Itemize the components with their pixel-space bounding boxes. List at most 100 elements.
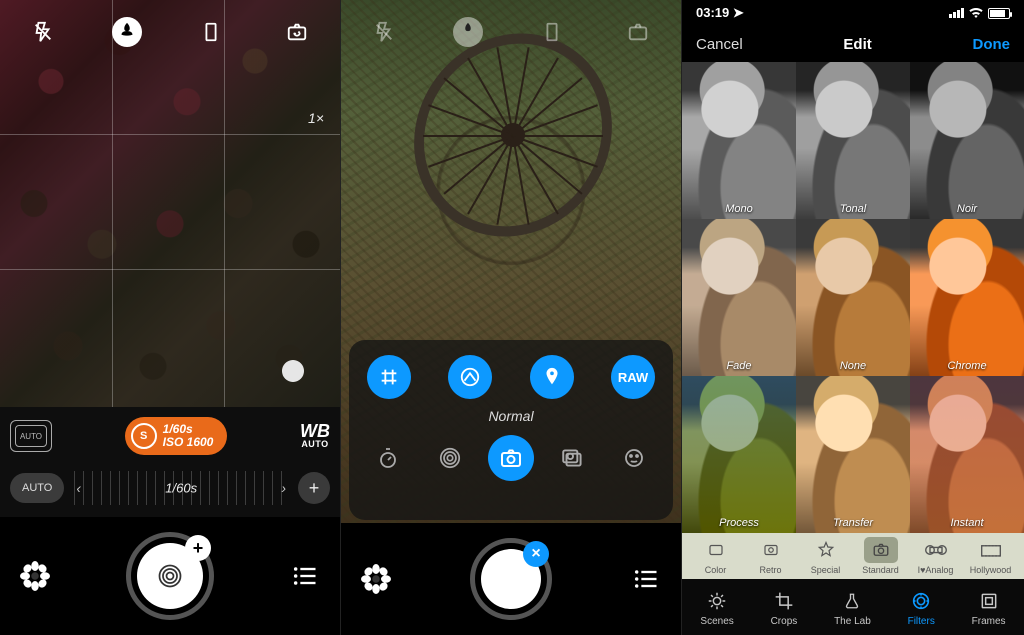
category-label: Retro [759, 565, 781, 575]
shutter-button[interactable]: + [126, 532, 214, 620]
viewfinder[interactable]: 1× [0, 0, 340, 407]
filter-fade[interactable]: Fade [682, 219, 796, 376]
macro-icon[interactable] [453, 17, 483, 47]
flash-icon[interactable] [26, 15, 60, 49]
status-time: 03:19 ➤ [696, 5, 744, 21]
tab-filters[interactable]: Filters [908, 589, 935, 627]
menu-icon[interactable] [288, 559, 322, 593]
filter-label: Mono [682, 203, 796, 215]
cancel-button[interactable]: Cancel [696, 36, 743, 53]
filter-tonal[interactable]: Tonal [796, 62, 910, 219]
filter-instant[interactable]: Instant [910, 376, 1024, 533]
zoom-indicator[interactable]: 1× [308, 110, 324, 126]
burst-mode[interactable] [550, 435, 596, 481]
shutter-dial[interactable]: ‹ 1/60s › [74, 471, 288, 505]
camera-screen-manual: 1× AUTO S 1/60s [0, 0, 341, 635]
shutter-button[interactable]: × [470, 538, 552, 620]
category-icon [754, 537, 788, 563]
tab-scenes[interactable]: Scenes [700, 589, 733, 627]
done-button[interactable]: Done [972, 36, 1010, 53]
tab-crops[interactable]: Crops [771, 589, 798, 627]
filter-label: Noir [910, 203, 1024, 215]
level-toggle[interactable] [448, 355, 492, 399]
capture-mode-row [363, 432, 659, 484]
category-color[interactable]: Color [688, 537, 743, 575]
category-label: Hollywood [970, 565, 1012, 575]
filter-label: Chrome [910, 360, 1024, 372]
stabilize-mode[interactable] [427, 435, 473, 481]
white-balance-chip[interactable]: WB AUTO [300, 423, 330, 449]
photo-mode[interactable] [488, 435, 534, 481]
tab-icon [909, 589, 933, 613]
category-label: Special [811, 565, 841, 575]
tab-icon [840, 589, 864, 613]
top-toolbar [0, 12, 340, 52]
tab-the-lab[interactable]: The Lab [834, 589, 871, 627]
aspect-icon[interactable] [535, 15, 569, 49]
menu-icon[interactable] [629, 562, 663, 596]
tab-label: Crops [771, 616, 798, 627]
filter-label: Fade [682, 360, 796, 372]
bottom-bar: × [341, 523, 681, 635]
filter-transfer[interactable]: Transfer [796, 376, 910, 533]
filter-mono[interactable]: Mono [682, 62, 796, 219]
dial-value: 1/60s [165, 481, 197, 496]
location-toggle[interactable] [530, 355, 574, 399]
filter-none[interactable]: None [796, 219, 910, 376]
shutter-priority-badge: S [131, 423, 157, 449]
close-options-badge[interactable]: × [523, 541, 549, 567]
iso-label: ISO 1600 [163, 436, 214, 449]
macro-icon[interactable] [112, 17, 142, 47]
flash-icon[interactable] [367, 15, 401, 49]
filter-process[interactable]: Process [682, 376, 796, 533]
options-panel: RAW Normal [349, 340, 673, 520]
filter-label: Tonal [796, 203, 910, 215]
filter-noir[interactable]: Noir [910, 62, 1024, 219]
aspect-icon[interactable] [194, 15, 228, 49]
dial-right-icon: › [281, 480, 286, 496]
gallery-icon[interactable] [18, 559, 52, 593]
tab-label: Scenes [700, 616, 733, 627]
filter-label: Instant [910, 517, 1024, 529]
category-label: Standard [862, 565, 899, 575]
filter-categories: Color Retro Special Standard I♥Analog Hollywo… [682, 533, 1024, 579]
dial-left-icon: ‹ [76, 480, 81, 496]
tab-icon [705, 589, 729, 613]
switch-camera-icon[interactable] [280, 15, 314, 49]
status-bar: 03:19 ➤ [682, 0, 1024, 26]
grid-toggle[interactable] [367, 355, 411, 399]
focus-point[interactable] [282, 360, 304, 382]
add-preset-button[interactable]: + [298, 472, 330, 504]
tab-label: Filters [908, 616, 935, 627]
category-icon [919, 537, 953, 563]
filter-chrome[interactable]: Chrome [910, 219, 1024, 376]
filter-label: Transfer [796, 517, 910, 529]
exposure-panel: AUTO S 1/60s ISO 1600 WB AUTO AUTO ‹ [0, 407, 340, 517]
category-icon [809, 537, 843, 563]
gallery-icon[interactable] [359, 562, 393, 596]
autofocus-chip[interactable]: AUTO [10, 420, 52, 452]
raw-toggle[interactable]: RAW [611, 355, 655, 399]
switch-camera-icon[interactable] [621, 15, 655, 49]
category-icon [699, 537, 733, 563]
filter-label: Process [682, 517, 796, 529]
category-hollywood[interactable]: Hollywood [963, 537, 1018, 575]
tab-label: Frames [972, 616, 1006, 627]
category-i♥analog[interactable]: I♥Analog [908, 537, 963, 575]
category-icon [974, 537, 1008, 563]
exposure-pill[interactable]: S 1/60s ISO 1600 [125, 417, 228, 455]
category-standard[interactable]: Standard [853, 537, 908, 575]
shutter-mode-badge[interactable]: + [185, 535, 211, 561]
tab-icon [977, 589, 1001, 613]
tab-frames[interactable]: Frames [972, 589, 1006, 627]
nav-title: Edit [843, 36, 871, 53]
bottom-tabs: Scenes Crops The Lab Filters Frames [682, 579, 1024, 635]
camera-screen-options: RAW Normal × [341, 0, 682, 635]
category-special[interactable]: Special [798, 537, 853, 575]
face-mode[interactable] [611, 435, 657, 481]
category-retro[interactable]: Retro [743, 537, 798, 575]
timer-mode[interactable] [365, 435, 411, 481]
battery-icon [988, 8, 1010, 19]
filter-label: None [796, 360, 910, 372]
auto-button[interactable]: AUTO [10, 473, 64, 503]
